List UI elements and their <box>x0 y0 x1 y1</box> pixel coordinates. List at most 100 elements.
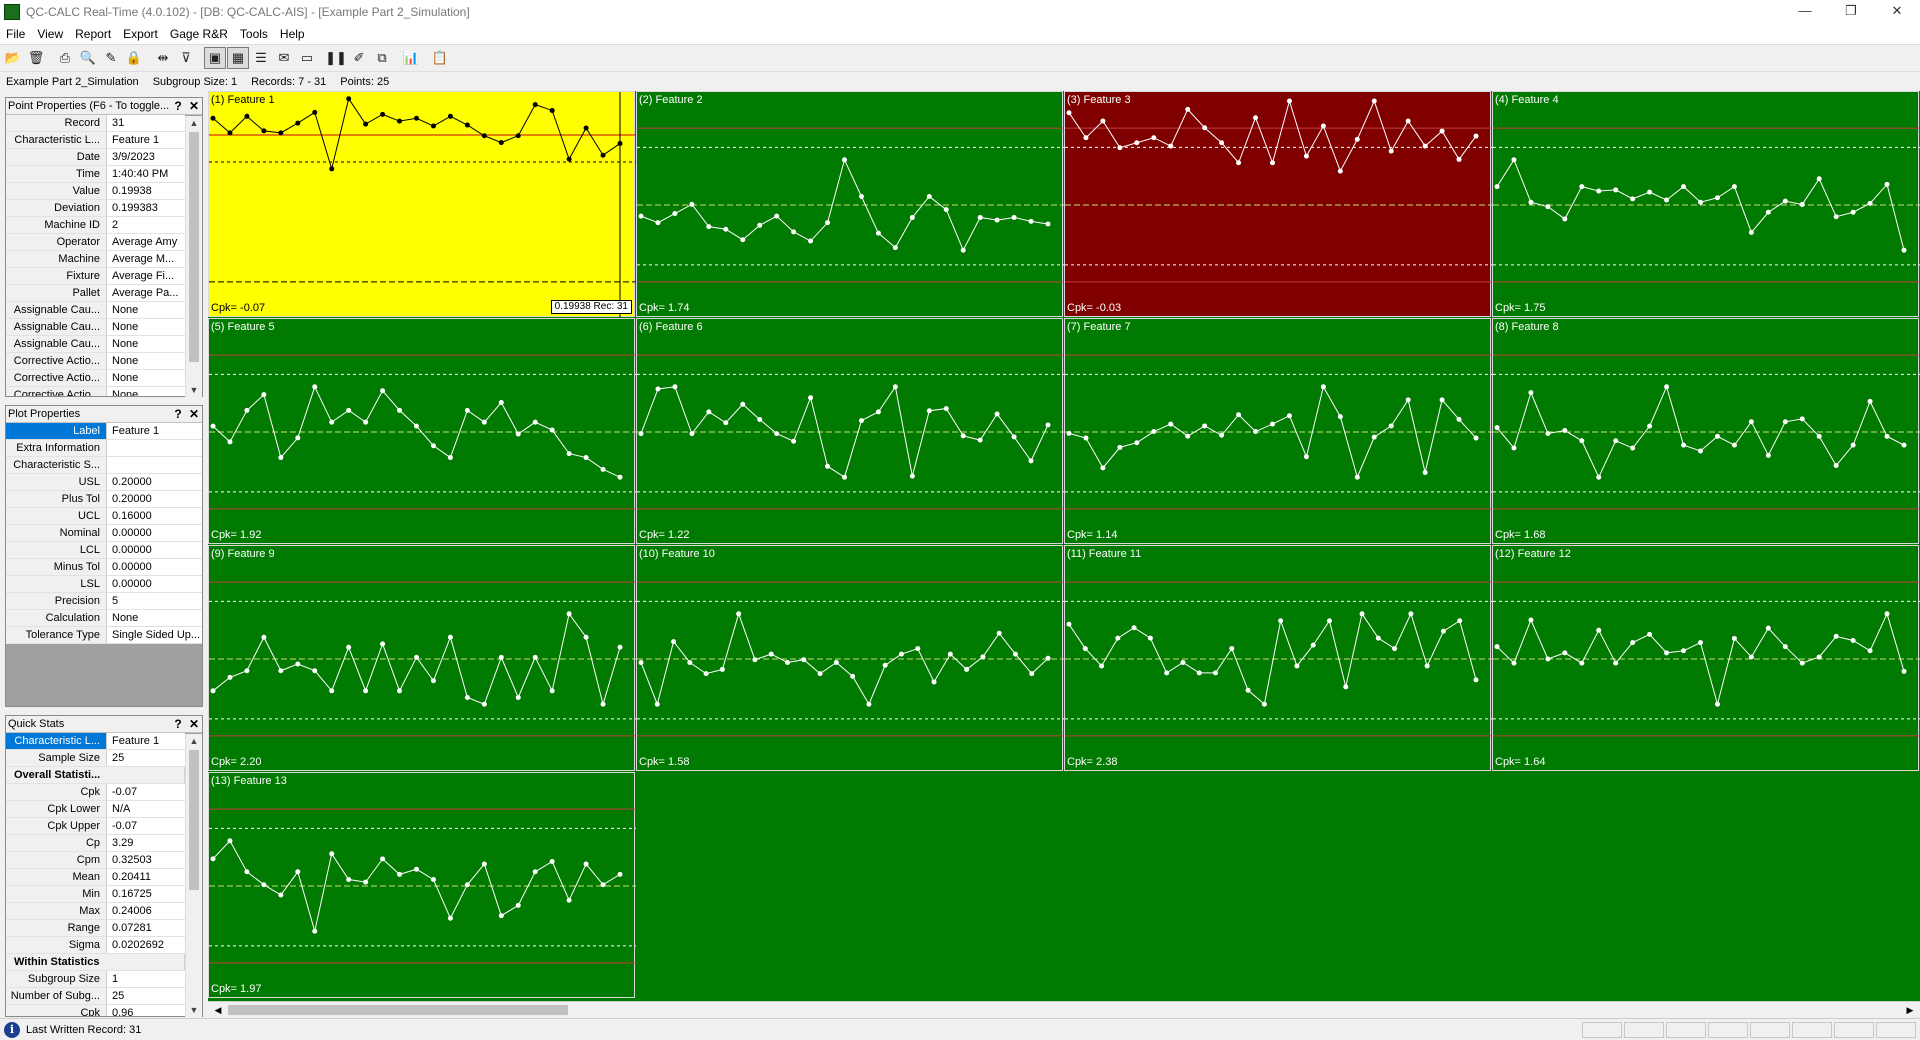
data-point[interactable] <box>1202 125 1208 131</box>
data-point[interactable] <box>1799 660 1805 666</box>
data-point[interactable] <box>346 877 352 883</box>
data-point[interactable] <box>498 913 504 919</box>
data-point[interactable] <box>1698 640 1703 646</box>
control-chart[interactable] <box>1493 92 1920 318</box>
data-point[interactable] <box>1294 663 1300 669</box>
data-point[interactable] <box>1375 635 1381 641</box>
data-point[interactable] <box>1388 423 1394 429</box>
property-row[interactable]: Tolerance Type Single Sided Up... <box>6 627 202 644</box>
data-point[interactable] <box>1083 435 1089 441</box>
data-point[interactable] <box>994 217 1000 223</box>
data-point[interactable] <box>875 409 881 415</box>
data-point[interactable] <box>329 688 335 694</box>
data-point[interactable] <box>363 879 369 885</box>
data-point[interactable] <box>947 651 953 657</box>
data-point[interactable] <box>858 193 864 199</box>
data-point[interactable] <box>1579 184 1585 190</box>
data-point[interactable] <box>532 654 538 660</box>
data-point[interactable] <box>447 634 453 640</box>
data-point[interactable] <box>1117 444 1123 450</box>
chart-tile[interactable]: (1) Feature 1 Cpk= -0.07 0.19938 Rec: 31 <box>208 91 636 318</box>
data-point[interactable] <box>1134 440 1140 446</box>
data-point[interactable] <box>1229 646 1235 652</box>
chevron-right-icon[interactable]: ▶ <box>1902 1002 1918 1018</box>
chart-tile[interactable]: (2) Feature 2 Cpk= 1.74 <box>636 91 1064 317</box>
data-point[interactable] <box>1714 195 1720 201</box>
data-point[interactable] <box>380 111 386 117</box>
property-row[interactable]: Precision 5 <box>6 593 202 610</box>
data-point[interactable] <box>430 678 436 684</box>
menu-gage-r-r[interactable]: Gage R&R <box>164 24 234 44</box>
lock-icon[interactable]: 🔒 <box>123 47 145 69</box>
chart-tile[interactable]: (8) Feature 8 Cpk= 1.68 <box>1492 318 1920 544</box>
data-point[interactable] <box>1134 140 1140 146</box>
data-point[interactable] <box>261 882 267 888</box>
control-chart[interactable] <box>637 546 1064 772</box>
data-point[interactable] <box>295 120 301 126</box>
data-point[interactable] <box>447 915 453 921</box>
quick-stats-scrollbar[interactable]: ▲ ▼ <box>185 734 202 1017</box>
data-point[interactable] <box>1664 384 1670 390</box>
data-point[interactable] <box>549 858 555 864</box>
data-point[interactable] <box>1011 434 1017 440</box>
data-point[interactable] <box>1045 655 1051 661</box>
data-point[interactable] <box>740 237 746 243</box>
data-point[interactable] <box>227 674 233 680</box>
range-icon[interactable]: ⇹ <box>152 47 174 69</box>
data-point[interactable] <box>892 245 898 251</box>
data-point[interactable] <box>1151 429 1157 435</box>
property-row[interactable]: USL 0.20000 <box>6 474 202 491</box>
list-view-icon[interactable]: ☰ <box>250 47 272 69</box>
data-point[interactable] <box>549 107 555 113</box>
data-point[interactable] <box>1117 145 1123 151</box>
data-point[interactable] <box>1168 421 1174 427</box>
data-point[interactable] <box>515 902 521 908</box>
data-point[interactable] <box>994 411 1000 417</box>
data-point[interactable] <box>1647 189 1653 195</box>
data-point[interactable] <box>481 133 487 139</box>
data-point[interactable] <box>464 695 470 701</box>
menu-tools[interactable]: Tools <box>234 24 274 44</box>
data-point[interactable] <box>329 419 335 425</box>
data-point[interactable] <box>1901 442 1907 448</box>
data-point[interactable] <box>757 416 763 422</box>
histogram-icon[interactable]: 📊 <box>400 47 422 69</box>
data-point[interactable] <box>481 861 487 867</box>
data-point[interactable] <box>842 474 847 480</box>
property-row[interactable]: Corrective Actio... None <box>6 387 185 396</box>
data-point[interactable] <box>808 238 814 244</box>
data-point[interactable] <box>1748 654 1754 660</box>
control-chart[interactable] <box>1493 546 1920 772</box>
chart-tile[interactable]: (9) Feature 9 Cpk= 2.20 <box>208 545 636 771</box>
data-point[interactable] <box>227 439 233 445</box>
data-point[interactable] <box>1698 448 1703 454</box>
data-point[interactable] <box>414 866 419 872</box>
data-point[interactable] <box>1371 434 1377 440</box>
data-point[interactable] <box>498 654 504 660</box>
data-point[interactable] <box>1664 650 1670 656</box>
data-point[interactable] <box>1354 136 1360 142</box>
data-point[interactable] <box>1439 397 1445 403</box>
data-point[interactable] <box>1647 423 1653 429</box>
control-chart[interactable] <box>1065 92 1492 318</box>
data-point[interactable] <box>295 661 301 667</box>
data-point[interactable] <box>1100 465 1106 471</box>
property-row[interactable]: Pallet Average Pa... <box>6 285 185 302</box>
property-row[interactable]: Value 0.19938 <box>6 183 185 200</box>
data-point[interactable] <box>1782 644 1788 650</box>
property-row[interactable]: Cpk Lower N/A <box>6 801 185 818</box>
data-point[interactable] <box>414 654 419 660</box>
data-point[interactable] <box>977 437 983 443</box>
data-point[interactable] <box>892 384 898 390</box>
property-row[interactable]: Record 31 <box>6 115 185 132</box>
data-point[interactable] <box>1596 627 1602 633</box>
data-point[interactable] <box>1083 135 1089 141</box>
property-row[interactable]: Date 3/9/2023 <box>6 149 185 166</box>
data-point[interactable] <box>791 438 797 444</box>
data-point[interactable] <box>1405 118 1411 124</box>
data-point[interactable] <box>1253 115 1259 121</box>
data-point[interactable] <box>689 201 695 207</box>
data-point[interactable] <box>719 666 725 672</box>
chart-tile[interactable]: (11) Feature 11 Cpk= 2.38 <box>1064 545 1492 771</box>
property-row[interactable]: Time 1:40:40 PM <box>6 166 185 183</box>
